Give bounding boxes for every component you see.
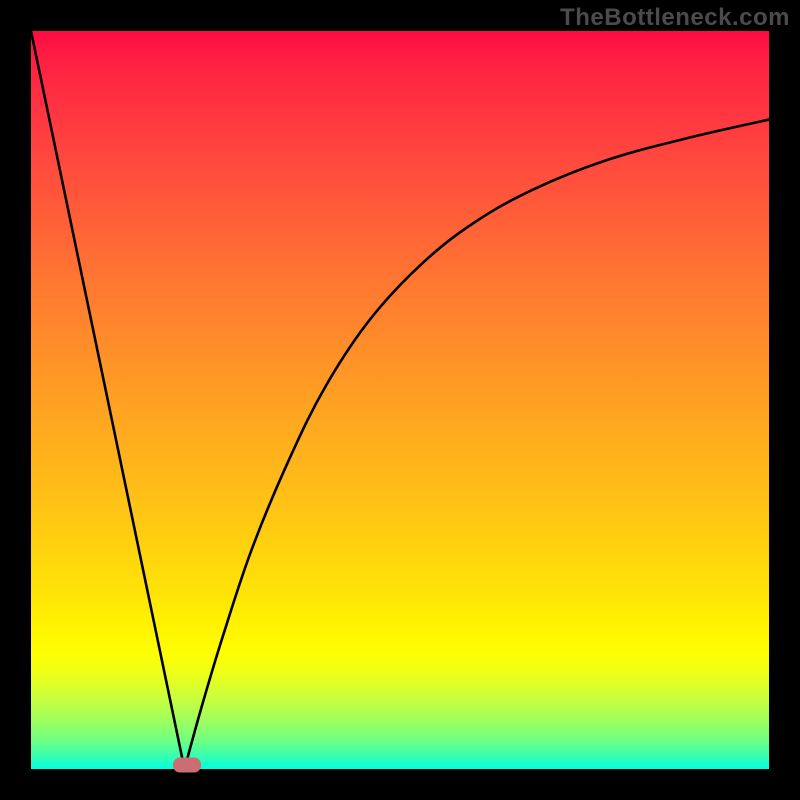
chart-frame: TheBottleneck.com	[0, 0, 800, 800]
curve-left-segment	[31, 31, 185, 769]
watermark-text: TheBottleneck.com	[560, 4, 790, 32]
bottleneck-curve	[31, 31, 769, 769]
plot-area	[31, 31, 769, 769]
optimal-marker	[173, 758, 201, 773]
curve-right-segment	[185, 120, 770, 769]
